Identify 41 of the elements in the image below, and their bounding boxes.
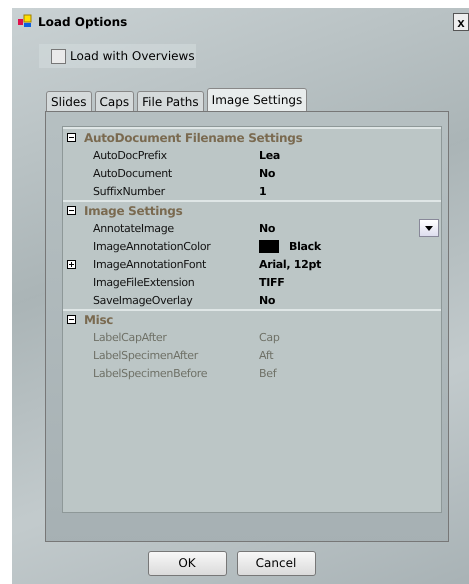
- property-value: Cap: [259, 330, 280, 344]
- collapse-icon[interactable]: [67, 206, 76, 215]
- caret-icon: [425, 226, 433, 230]
- property-name: ImageAnnotationFont: [93, 258, 208, 270]
- property-name: ImageFileExtension: [93, 276, 196, 288]
- property-name: AnnotateImage: [93, 222, 175, 234]
- ok-button[interactable]: OK: [148, 550, 226, 576]
- property-name: AutoDocument: [93, 166, 173, 180]
- property-name: LabelSpecimenAfter: [93, 348, 200, 362]
- property-name: SuffixNumber: [93, 184, 166, 198]
- property-value: Bef: [259, 366, 276, 380]
- property-value: TIFF: [259, 276, 284, 288]
- property-name: ImageAnnotationColor: [93, 240, 212, 252]
- window-title: Load Options: [38, 15, 128, 29]
- property-name: LabelSpecimenBefore: [93, 366, 208, 380]
- dropdown-button[interactable]: [419, 219, 439, 237]
- cancel-button[interactable]: Cancel: [236, 550, 316, 576]
- expand-icon[interactable]: [67, 260, 76, 268]
- property-value: Arial, 12pt: [259, 258, 322, 270]
- close-button[interactable]: x: [453, 13, 469, 31]
- tab[interactable]: Caps: [94, 91, 134, 111]
- property-name: LabelCapAfter: [93, 330, 168, 344]
- property-value: No: [259, 166, 276, 180]
- property-value: Aft: [259, 348, 274, 362]
- property-value: 1: [259, 184, 266, 198]
- category-header: Misc: [84, 312, 114, 326]
- category-header: AutoDocument Filename Settings: [84, 130, 302, 144]
- tab[interactable]: Image Settings: [206, 88, 308, 111]
- tab[interactable]: Slides: [46, 91, 92, 111]
- tab[interactable]: File Paths: [137, 91, 204, 111]
- property-name: SaveImageOverlay: [93, 294, 194, 306]
- property-value: No: [259, 294, 276, 306]
- collapse-icon[interactable]: [67, 315, 76, 324]
- property-value: No: [259, 222, 276, 234]
- collapse-icon[interactable]: [67, 133, 76, 142]
- property-name: AutoDocPrefix: [93, 148, 168, 162]
- checkbox[interactable]: [51, 48, 66, 64]
- property-value: Lea: [259, 148, 280, 162]
- category-header: Image Settings: [84, 204, 182, 218]
- property-value: Black: [289, 240, 321, 252]
- checkbox-label: Load with Overviews: [70, 49, 195, 63]
